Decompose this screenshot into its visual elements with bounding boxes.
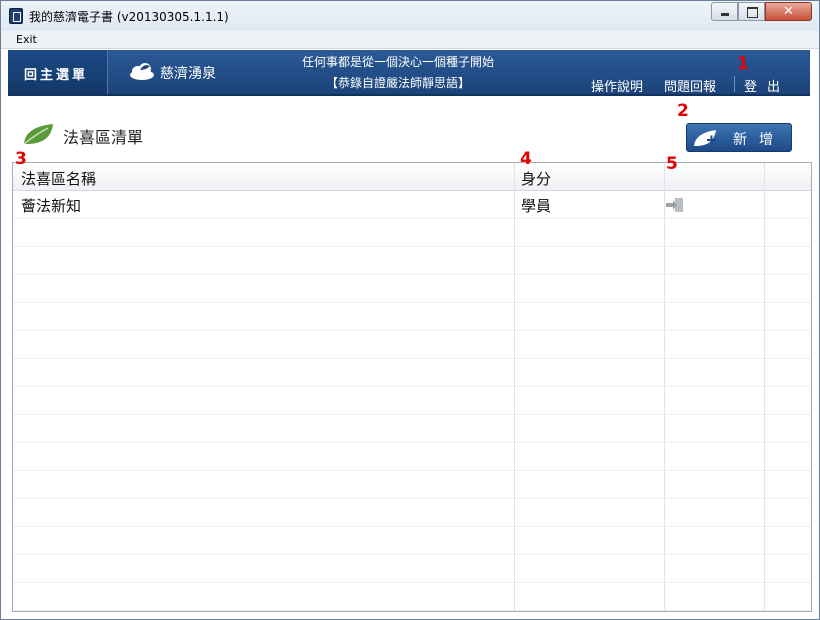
minimize-button[interactable] <box>711 2 738 21</box>
app-window: 我的慈濟電子書 (v20130305.1.1.1) Exit 回主選單 慈濟湧泉… <box>0 0 820 620</box>
menu-bar: Exit <box>1 31 819 49</box>
column-divider <box>514 163 515 611</box>
nav-source-link[interactable]: 慈濟湧泉 <box>160 63 216 83</box>
cell-name: 薈法新知 <box>21 197 82 215</box>
empty-table-row <box>13 527 811 555</box>
quote-attribution: 【恭錄自證嚴法師靜思語】 <box>325 76 470 90</box>
column-header-role[interactable]: 身分 <box>521 168 551 189</box>
close-button[interactable] <box>765 2 812 21</box>
table-row[interactable]: 薈法新知 學員 <box>13 191 811 219</box>
quote-line: 任何事都是從一個決心一個種子開始 <box>301 55 494 69</box>
empty-table-row <box>13 499 811 527</box>
cloud-icon <box>130 63 154 80</box>
empty-table-row <box>13 415 811 443</box>
empty-table-row <box>13 443 811 471</box>
exit-door-icon[interactable] <box>665 197 685 213</box>
empty-table-row <box>13 331 811 359</box>
menu-item-exit[interactable]: Exit <box>16 33 37 46</box>
empty-table-row <box>13 387 811 415</box>
dharma-list-table: 法喜區名稱 身分 薈法新知 學員 <box>12 162 812 612</box>
annotation-marker: 5 <box>666 154 678 174</box>
feedback-link[interactable]: 問題回報 <box>664 76 716 95</box>
empty-table-row <box>13 219 811 247</box>
annotation-marker: 2 <box>677 101 689 121</box>
logout-link[interactable]: 登出 <box>744 76 790 95</box>
add-leaf-icon <box>694 130 716 146</box>
empty-table-row <box>13 555 811 583</box>
empty-table-row <box>13 471 811 499</box>
annotation-marker: 4 <box>520 149 532 169</box>
home-menu-label: 回主選單 <box>24 68 89 83</box>
top-navigation: 回主選單 慈濟湧泉 任何事都是從一個決心一個種子開始 【恭錄自證嚴法師靜思語】 … <box>8 50 810 96</box>
empty-table-row <box>13 247 811 275</box>
page-title: 法喜區清單 <box>63 128 144 147</box>
table-header: 法喜區名稱 身分 <box>13 163 811 191</box>
nav-divider <box>734 76 735 92</box>
empty-table-row <box>13 583 811 611</box>
leaf-icon <box>23 124 53 145</box>
column-header-name[interactable]: 法喜區名稱 <box>21 168 96 189</box>
window-title: 我的慈濟電子書 (v20130305.1.1.1) <box>29 10 229 24</box>
home-menu-button[interactable]: 回主選單 <box>8 50 108 94</box>
add-button[interactable]: 新增 <box>686 123 792 152</box>
annotation-marker: 1 <box>737 54 749 74</box>
empty-table-row <box>13 275 811 303</box>
cell-role: 學員 <box>521 197 552 215</box>
column-divider <box>664 163 665 611</box>
empty-table-row <box>13 303 811 331</box>
maximize-button[interactable] <box>738 2 765 21</box>
help-link[interactable]: 操作說明 <box>591 76 643 95</box>
add-button-label: 新增 <box>733 132 785 148</box>
empty-table-row <box>13 359 811 387</box>
column-divider <box>764 163 765 611</box>
title-bar: 我的慈濟電子書 (v20130305.1.1.1) <box>1 1 819 31</box>
app-icon <box>9 8 23 24</box>
annotation-marker: 3 <box>15 149 27 169</box>
